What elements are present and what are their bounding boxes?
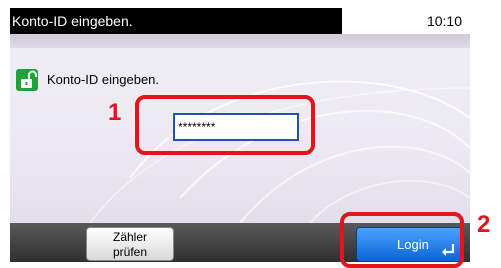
callout-number-1: 1	[108, 99, 122, 126]
screen: Konto-ID eingeben. 10:10 Konto-ID eingeb…	[0, 0, 501, 268]
login-button[interactable]: Login	[356, 227, 463, 262]
clock: 10:10	[426, 13, 462, 29]
callout-number-2: 2	[477, 211, 491, 238]
window-title: Konto-ID eingeben.	[10, 8, 342, 34]
account-id-input[interactable]	[173, 113, 299, 141]
login-label: Login	[397, 237, 429, 252]
check-counter-label-line1: Zähler	[112, 230, 147, 244]
unlocked-padlock-icon	[16, 69, 38, 91]
header-strip	[10, 34, 470, 48]
enter-icon	[442, 244, 455, 256]
check-counter-label-line2: prüfen	[112, 245, 148, 259]
check-counter-button[interactable]: Zähler prüfen	[86, 227, 174, 261]
status-area: 10:10	[342, 8, 470, 34]
device-panel: Konto-ID eingeben. 10:10 Konto-ID eingeb…	[10, 8, 470, 262]
prompt-text: Konto-ID eingeben.	[47, 72, 160, 87]
title-bar: Konto-ID eingeben. 10:10	[10, 8, 470, 34]
